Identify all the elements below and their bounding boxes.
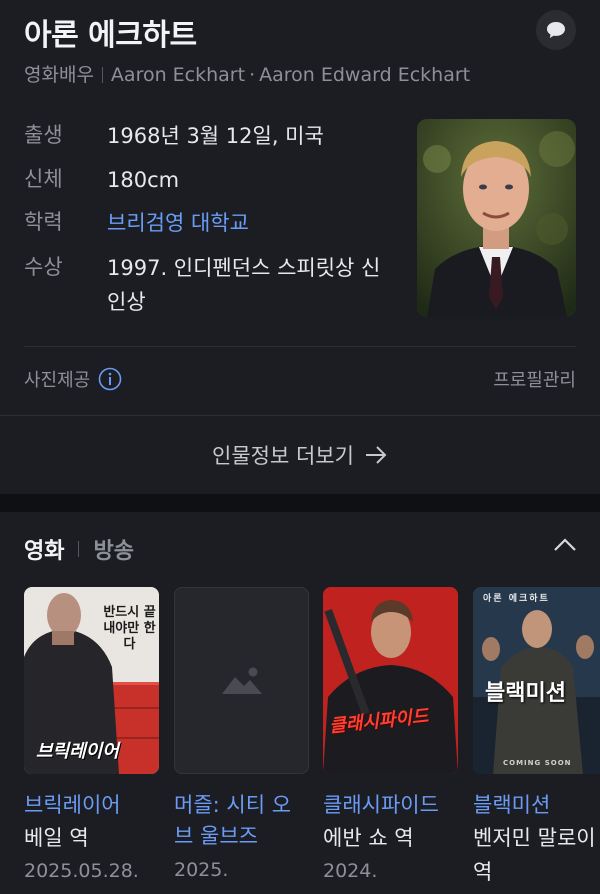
photo-credit: 사진제공 <box>24 366 122 392</box>
info-value: 180cm <box>107 168 180 192</box>
movie-title[interactable]: 브릭레이어 <box>24 790 159 821</box>
arrow-right-icon <box>365 446 387 464</box>
comment-button[interactable] <box>536 10 576 50</box>
person-card: 아론 에크하트 영화배우 Aaron Eckhart · Aaron Edward E… <box>0 0 600 494</box>
movie-date: 2025.05.28. <box>24 860 139 882</box>
movie-title[interactable]: 클래시파이드 <box>323 790 458 821</box>
movie-title-line: 머즐: 시티 오 <box>174 793 292 817</box>
info-key: 수상 <box>24 255 63 279</box>
poster-logo: 블랙미션 <box>485 681 566 706</box>
info-key: 출생 <box>24 123 63 147</box>
movie-role: 베일 역 <box>24 826 89 850</box>
profile-photo[interactable] <box>417 119 576 317</box>
poster-logo: 브릭레이어 <box>36 741 119 762</box>
divider <box>24 346 576 347</box>
movie-title-line: 브 울브즈 <box>174 824 258 848</box>
movie-item[interactable]: 아론 에크하트 블랙미션 COMING SOON 블랙미션 벤저민 말로이 역 <box>473 587 600 889</box>
movie-role: 에반 쇼 역 <box>323 826 414 850</box>
english-name: Aaron Eckhart <box>110 64 246 86</box>
occupation: 영화배우 <box>24 64 94 86</box>
dot-separator: · <box>249 64 256 86</box>
image-placeholder-icon <box>221 667 262 694</box>
poster-top-text: 아론 에크하트 <box>483 594 550 604</box>
info-value: 1997. 인디펜던스 스피릿상 신인상 <box>107 256 381 314</box>
person-subline: 영화배우 Aaron Eckhart · Aaron Edward Eckhart <box>24 60 470 87</box>
more-info-label: 인물정보 더보기 <box>212 444 354 468</box>
movie-poster-placeholder[interactable] <box>174 587 309 774</box>
info-icon[interactable] <box>98 367 122 391</box>
poster-bottom-text: COMING SOON <box>503 759 572 767</box>
separator <box>101 67 103 83</box>
person-name: 아론 에크하트 <box>24 18 197 53</box>
movie-item[interactable]: 머즐: 시티 오 브 울브즈 2025. <box>174 587 309 886</box>
tab-separator <box>78 541 80 557</box>
info-key: 학력 <box>24 210 63 234</box>
movie-role: 벤저민 말로이 <box>473 826 596 850</box>
photo-credit-label: 사진제공 <box>24 370 91 391</box>
filmography-section: 영화 방송 반드시 끝내야만 한다 브릭레이어 브릭레이어 베일 역 2025.… <box>0 512 600 894</box>
movie-item[interactable]: 반드시 끝내야만 한다 브릭레이어 브릭레이어 베일 역 2025.05.28. <box>24 587 159 887</box>
speech-bubble-icon <box>547 22 565 38</box>
chevron-up-icon[interactable] <box>550 530 580 560</box>
filmography-tabs: 영화 방송 <box>24 533 134 565</box>
education-link[interactable]: 브리검영 대학교 <box>107 206 387 240</box>
movie-poster[interactable]: 반드시 끝내야만 한다 브릭레이어 <box>24 587 159 774</box>
tab-broadcast[interactable]: 방송 <box>93 533 133 565</box>
poster-tagline: 반드시 끝내야만 한다 <box>103 605 156 652</box>
movie-poster[interactable]: 클래시파이드 <box>323 587 458 774</box>
tab-movies[interactable]: 영화 <box>24 533 64 565</box>
more-info-button[interactable]: 인물정보 더보기 <box>0 416 600 494</box>
info-value: 1968년 3월 12일, 미국 <box>107 124 324 148</box>
info-key: 신체 <box>24 167 63 191</box>
movie-role-continued: 역 <box>473 860 493 884</box>
movie-poster[interactable]: 아론 에크하트 블랙미션 COMING SOON <box>473 587 600 774</box>
movie-title[interactable]: 머즐: 시티 오 브 울브즈 <box>174 790 309 852</box>
movie-title[interactable]: 블랙미션 <box>473 790 600 821</box>
movie-date: 2025. <box>174 859 229 881</box>
movie-item[interactable]: 클래시파이드 클래시파이드 에반 쇼 역 2024. <box>323 587 458 887</box>
full-name: Aaron Edward Eckhart <box>259 64 471 86</box>
movie-date: 2024. <box>323 860 378 882</box>
profile-manage-link[interactable]: 프로필관리 <box>493 366 576 392</box>
